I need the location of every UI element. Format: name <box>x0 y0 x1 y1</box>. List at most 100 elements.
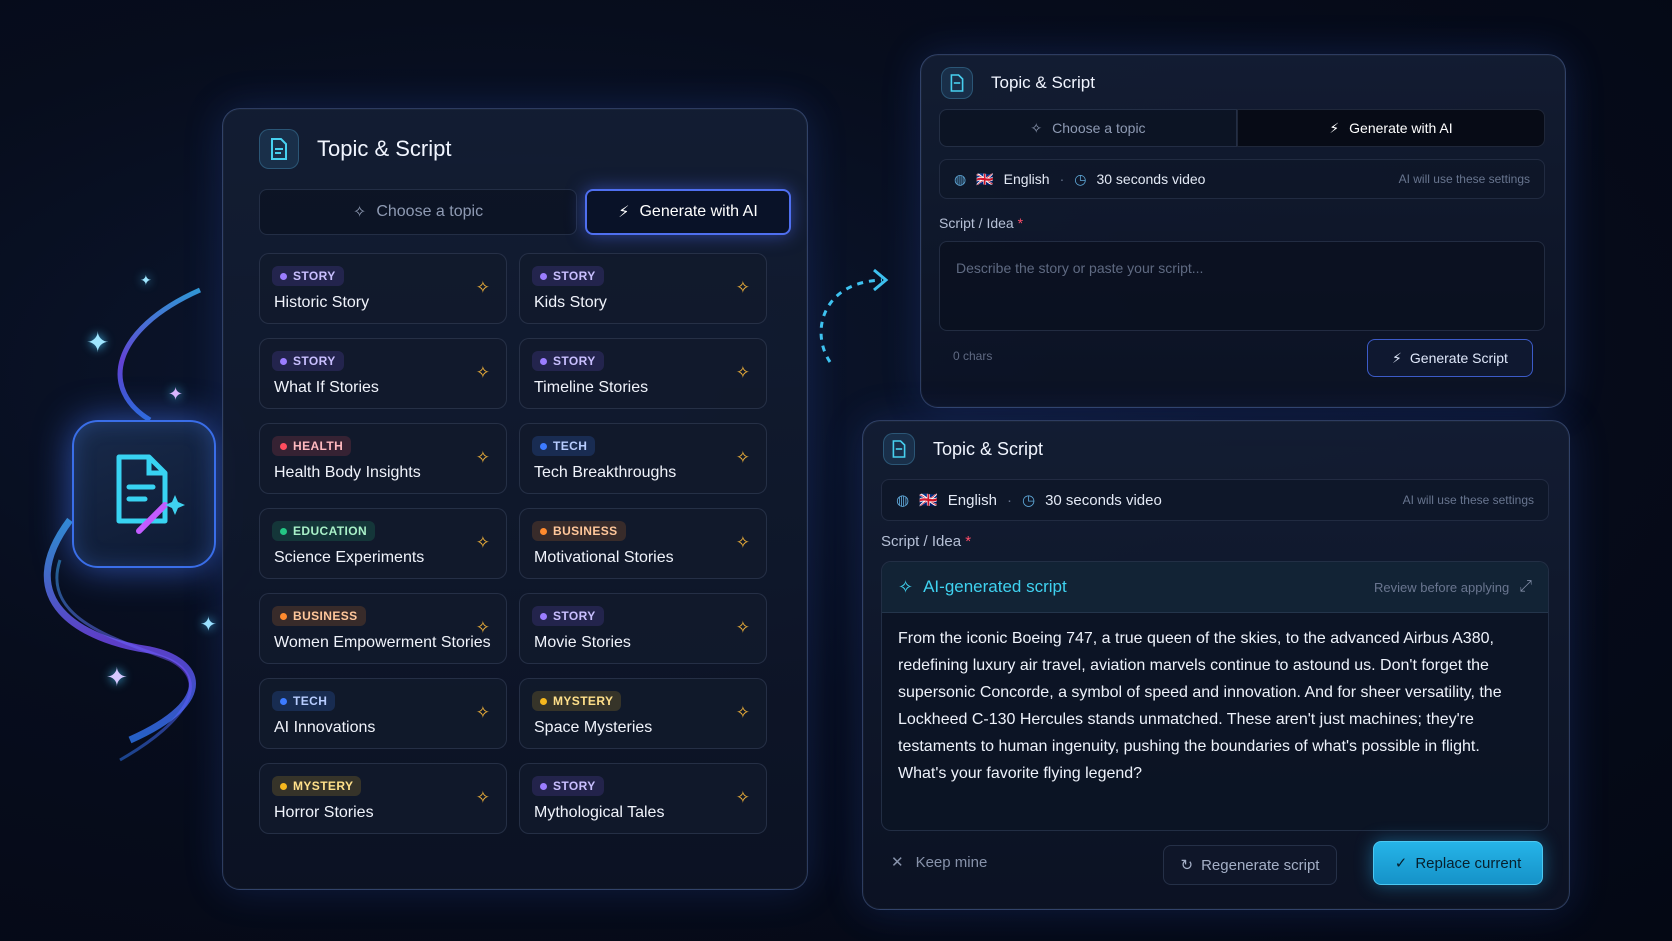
sparkle-icon[interactable]: ✧ <box>736 533 750 553</box>
check-circle-icon: ✓ <box>1394 855 1408 872</box>
badge-label: BUSINESS <box>553 524 618 538</box>
ai-script-header: ✧ AI-generated script Review before appl… <box>882 562 1548 613</box>
script-label-text: Script / Idea <box>881 533 962 550</box>
keep-mine-button[interactable]: ✕ Keep mine <box>891 853 988 872</box>
magic-wand-icon: ⚡ <box>618 204 630 221</box>
tab-label: Generate with AI <box>1349 120 1453 136</box>
topic-card[interactable]: STORY Movie Stories ✧ <box>519 593 767 664</box>
category-badge: HEALTH <box>272 436 352 456</box>
sparkle-icon: ✧ <box>352 204 367 221</box>
sparkle-star: ✦ <box>140 272 152 288</box>
sparkle-icon[interactable]: ✧ <box>736 363 750 383</box>
sparkle-icon[interactable]: ✧ <box>736 448 750 468</box>
sparkle-icon[interactable]: ✧ <box>736 788 750 808</box>
category-badge: EDUCATION <box>272 521 376 541</box>
sparkle-icon[interactable]: ✧ <box>476 788 490 808</box>
topic-title: Women Empowerment Stories <box>274 634 491 651</box>
result-panel: Topic & Script ◍ 🇬🇧 English · ◷ 30 secon… <box>862 420 1570 910</box>
category-badge: TECH <box>272 691 336 711</box>
settings-bar: ◍ 🇬🇧 English · ◷ 30 seconds video AI wil… <box>939 159 1545 199</box>
badge-dot <box>540 442 547 450</box>
badge-dot <box>540 272 547 280</box>
sparkle-icon[interactable]: ✧ <box>476 448 490 468</box>
topic-title: Movie Stories <box>534 634 631 651</box>
topic-title: AI Innovations <box>274 719 376 736</box>
topic-card[interactable]: HEALTH Health Body Insights ✧ <box>259 423 507 494</box>
sparkle-icon[interactable]: ✧ <box>476 278 490 298</box>
magic-wand-icon: ⚡ <box>1392 349 1402 366</box>
panel-header: Topic & Script <box>259 129 452 169</box>
language-value: English <box>1003 171 1050 187</box>
topic-title: Space Mysteries <box>534 719 653 736</box>
topic-card[interactable]: STORY Kids Story ✧ <box>519 253 767 324</box>
sparkle-icon[interactable]: ✧ <box>736 703 750 723</box>
magic-wand-icon: ⚡ <box>1329 119 1340 136</box>
sparkle-star: ✦ <box>86 327 110 358</box>
category-badge: TECH <box>532 436 596 456</box>
regenerate-script-button[interactable]: ↻ Regenerate script <box>1163 845 1337 885</box>
review-hint: Review before applying <box>1374 579 1510 595</box>
panel-header: Topic & Script <box>941 67 1095 99</box>
badge-label: EDUCATION <box>293 524 368 538</box>
panel-title: Topic & Script <box>991 73 1095 92</box>
required-mark: * <box>1017 215 1024 231</box>
topic-title: Science Experiments <box>274 549 425 566</box>
generate-panel: Topic & Script ✧ Choose a topic ⚡ Genera… <box>920 54 1566 408</box>
topic-title: Timeline Stories <box>534 379 649 396</box>
badge-dot <box>280 527 287 535</box>
tab-generate-ai[interactable]: ⚡ Generate with AI <box>1237 109 1545 147</box>
badge-dot <box>540 697 547 705</box>
topic-card[interactable]: STORY What If Stories ✧ <box>259 338 507 409</box>
app-logo <box>72 420 216 568</box>
script-label: Script / Idea * <box>939 215 1023 231</box>
button-label: Generate Script <box>1409 350 1508 366</box>
tab-label: Generate with AI <box>639 203 758 220</box>
topic-title: Kids Story <box>534 294 607 311</box>
badge-label: STORY <box>553 609 596 623</box>
topic-card[interactable]: TECH AI Innovations ✧ <box>259 678 507 749</box>
topic-title: What If Stories <box>274 379 379 396</box>
topic-card[interactable]: EDUCATION Science Experiments ✧ <box>259 508 507 579</box>
topic-card[interactable]: BUSINESS Women Empowerment Stories ✧ <box>259 593 507 664</box>
tab-choose-topic[interactable]: ✧ Choose a topic <box>939 109 1237 147</box>
topic-card[interactable]: STORY Mythological Tales ✧ <box>519 763 767 834</box>
category-badge: BUSINESS <box>532 521 626 541</box>
topic-card[interactable]: TECH Tech Breakthroughs ✧ <box>519 423 767 494</box>
tab-generate-ai[interactable]: ⚡ Generate with AI <box>585 189 791 235</box>
tab-label: Choose a topic <box>1052 120 1146 136</box>
badge-label: STORY <box>553 779 596 793</box>
category-badge: STORY <box>532 606 604 626</box>
sparkle-icon[interactable]: ✧ <box>476 618 490 638</box>
sparkle-icon[interactable]: ✧ <box>736 278 750 298</box>
duration-value: 30 seconds video <box>1096 171 1206 187</box>
category-badge: BUSINESS <box>272 606 366 626</box>
category-badge: STORY <box>532 776 604 796</box>
sparkle-icon: ✧ <box>1030 119 1043 136</box>
sparkle-icon[interactable]: ✧ <box>736 618 750 638</box>
button-label: Keep mine <box>915 853 988 871</box>
topic-card[interactable]: MYSTERY Horror Stories ✧ <box>259 763 507 834</box>
badge-dot <box>280 442 287 450</box>
sparkle-icon[interactable]: ✧ <box>476 533 490 553</box>
topic-card[interactable]: MYSTERY Space Mysteries ✧ <box>519 678 767 749</box>
sparkle-star: ✦ <box>168 384 184 404</box>
expand-icon[interactable]: ⤢ <box>1519 578 1532 596</box>
topic-panel: Topic & Script ✧ Choose a topic ⚡ Genera… <box>222 108 808 890</box>
separator: · <box>1059 171 1065 187</box>
topic-title: Horror Stories <box>274 804 374 821</box>
badge-dot <box>540 612 547 620</box>
ai-script-title: AI-generated script <box>923 577 1067 596</box>
category-badge: STORY <box>532 351 604 371</box>
topic-card[interactable]: STORY Historic Story ✧ <box>259 253 507 324</box>
sparkle-icon[interactable]: ✧ <box>476 703 490 723</box>
mode-tabs: ✧ Choose a topic ⚡ Generate with AI <box>939 109 1545 147</box>
replace-current-button[interactable]: ✓ Replace current <box>1373 841 1543 885</box>
generate-script-button[interactable]: ⚡ Generate Script <box>1367 339 1533 377</box>
badge-label: TECH <box>553 439 588 453</box>
script-input[interactable]: Describe the story or paste your script.… <box>939 241 1545 331</box>
panel-title: Topic & Script <box>933 438 1044 459</box>
tab-choose-topic[interactable]: ✧ Choose a topic <box>259 189 577 235</box>
sparkle-icon[interactable]: ✧ <box>476 363 490 383</box>
topic-card[interactable]: STORY Timeline Stories ✧ <box>519 338 767 409</box>
topic-card[interactable]: BUSINESS Motivational Stories ✧ <box>519 508 767 579</box>
